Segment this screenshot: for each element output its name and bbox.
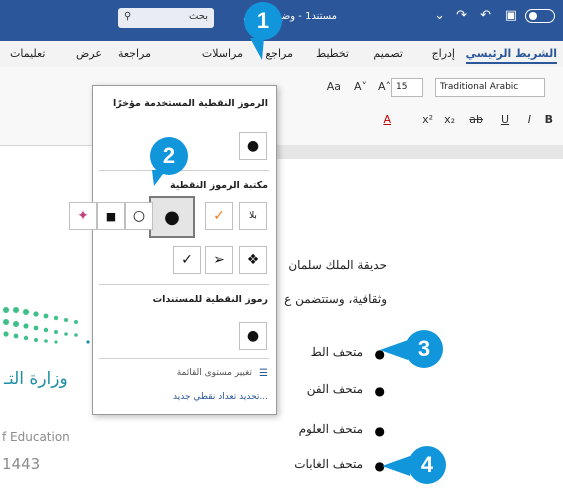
bullet-item-4: متحف الغابات [294, 457, 363, 471]
pointer-arrow-icon [382, 456, 410, 476]
tab-references[interactable]: مراجع [265, 47, 293, 60]
bullet-star-option[interactable]: ✦ [69, 202, 97, 230]
ribbon-tabs: الشريط الرئيسي إدراج تصميم تخطيط مراجع م… [0, 41, 563, 68]
redo-icon[interactable]: ↷ [456, 8, 467, 23]
step-badge-1: 1 [244, 2, 282, 40]
tab-review[interactable]: مراجعة [118, 47, 151, 60]
italic-button[interactable]: I [528, 113, 531, 126]
bullet-hollow-circle-option[interactable]: ○ [125, 202, 153, 230]
recent-bullet-option[interactable]: ● [239, 132, 267, 160]
grow-font-button[interactable]: A˄ [378, 80, 391, 93]
font-size-select[interactable]: 15 [391, 78, 423, 97]
pointer-arrow-icon [250, 38, 264, 60]
bullet-icon: ● [374, 384, 385, 398]
tab-help[interactable]: تعليمات [10, 47, 45, 60]
ruler [270, 145, 563, 159]
font-name-select[interactable]: Traditional Arabic [435, 78, 545, 97]
bullet-filled-circle-option[interactable]: ● [149, 196, 195, 238]
superscript-button[interactable]: x² [422, 113, 433, 126]
doc-line-2: وثقافية، وستتضمن ع [284, 292, 387, 306]
change-list-level-link[interactable]: تغيير مستوى القائمة [177, 368, 252, 378]
bullet-arrow-option[interactable]: ➢ [205, 246, 233, 274]
search-label: بحث [188, 11, 208, 22]
bullet-icon: ● [374, 424, 385, 438]
bullet-check-option[interactable]: ✓ [205, 202, 233, 230]
tab-design[interactable]: تصميم [373, 47, 403, 60]
tab-insert[interactable]: إدراج [432, 47, 455, 60]
bullet-item-3: متحف العلوم [298, 422, 363, 436]
bullet-library-panel: الرموز النقطية المستخدمة مؤخرًا ● مكتبة … [69, 85, 277, 415]
shrink-font-button[interactable]: A˅ [354, 80, 367, 93]
divider [99, 284, 269, 285]
ministry-name-english: f Education [2, 430, 70, 444]
tab-layout[interactable]: تخطيط [316, 47, 349, 60]
ministry-year: 1443 [2, 455, 41, 473]
divider [99, 358, 269, 359]
strikethrough-button[interactable]: ab [469, 113, 483, 126]
autosave-toggle[interactable] [525, 9, 555, 23]
customize-icon[interactable]: ⌄ [434, 8, 445, 23]
pointer-arrow-icon [380, 340, 408, 360]
divider [99, 170, 269, 171]
bullet-item-2: متحف الفن [306, 382, 363, 396]
bullet-none-option[interactable]: بلا [239, 202, 267, 230]
ministry-name-arabic: وزارة التـ [4, 369, 68, 389]
step-badge-4: 4 [408, 446, 446, 484]
tab-home[interactable]: الشريط الرئيسي [465, 47, 557, 64]
underline-button[interactable]: U [501, 113, 509, 126]
search-box[interactable]: ⚲ بحث [118, 8, 214, 28]
document-bullet-option[interactable]: ● [239, 322, 267, 350]
bullet-square-option[interactable]: ■ [97, 202, 125, 230]
undo-icon[interactable]: ↶ [480, 8, 491, 23]
font-color-button[interactable]: A [383, 113, 391, 126]
document-bullets-heading: رموز النقطية للمستندات [152, 294, 268, 305]
pointer-arrow-icon [152, 170, 166, 186]
doc-line-1: حديقة الملك سلمان [288, 258, 387, 272]
subscript-button[interactable]: x₂ [444, 113, 455, 126]
step-badge-3: 3 [405, 330, 443, 368]
tab-view[interactable]: عرض [76, 47, 102, 60]
bold-button[interactable]: B [545, 113, 553, 126]
bullet-item-1: متحف الط [310, 345, 363, 359]
define-new-bullet-link[interactable]: تحديد تعداد نقطي جديد... [173, 392, 268, 402]
tab-mailings[interactable]: مراسلات [202, 47, 243, 60]
save-icon[interactable]: ▣ [505, 8, 517, 23]
bullet-diamond-option[interactable]: ❖ [239, 246, 267, 274]
list-level-icon: ☰ [259, 368, 268, 379]
ribbon: Traditional Arabic 15 A˄ A˅ Aa B I U ab … [0, 67, 563, 146]
document-page[interactable]: حديقة الملك سلمان وثقافية، وستتضمن ع ● م… [270, 159, 563, 495]
recent-bullets-heading: الرموز النقطية المستخدمة مؤخرًا [113, 98, 268, 109]
bullet-checkmark-option[interactable]: ✓ [173, 246, 201, 274]
library-heading: مكتبة الرموز النقطية [169, 180, 268, 191]
change-case-button[interactable]: Aa [327, 80, 341, 93]
